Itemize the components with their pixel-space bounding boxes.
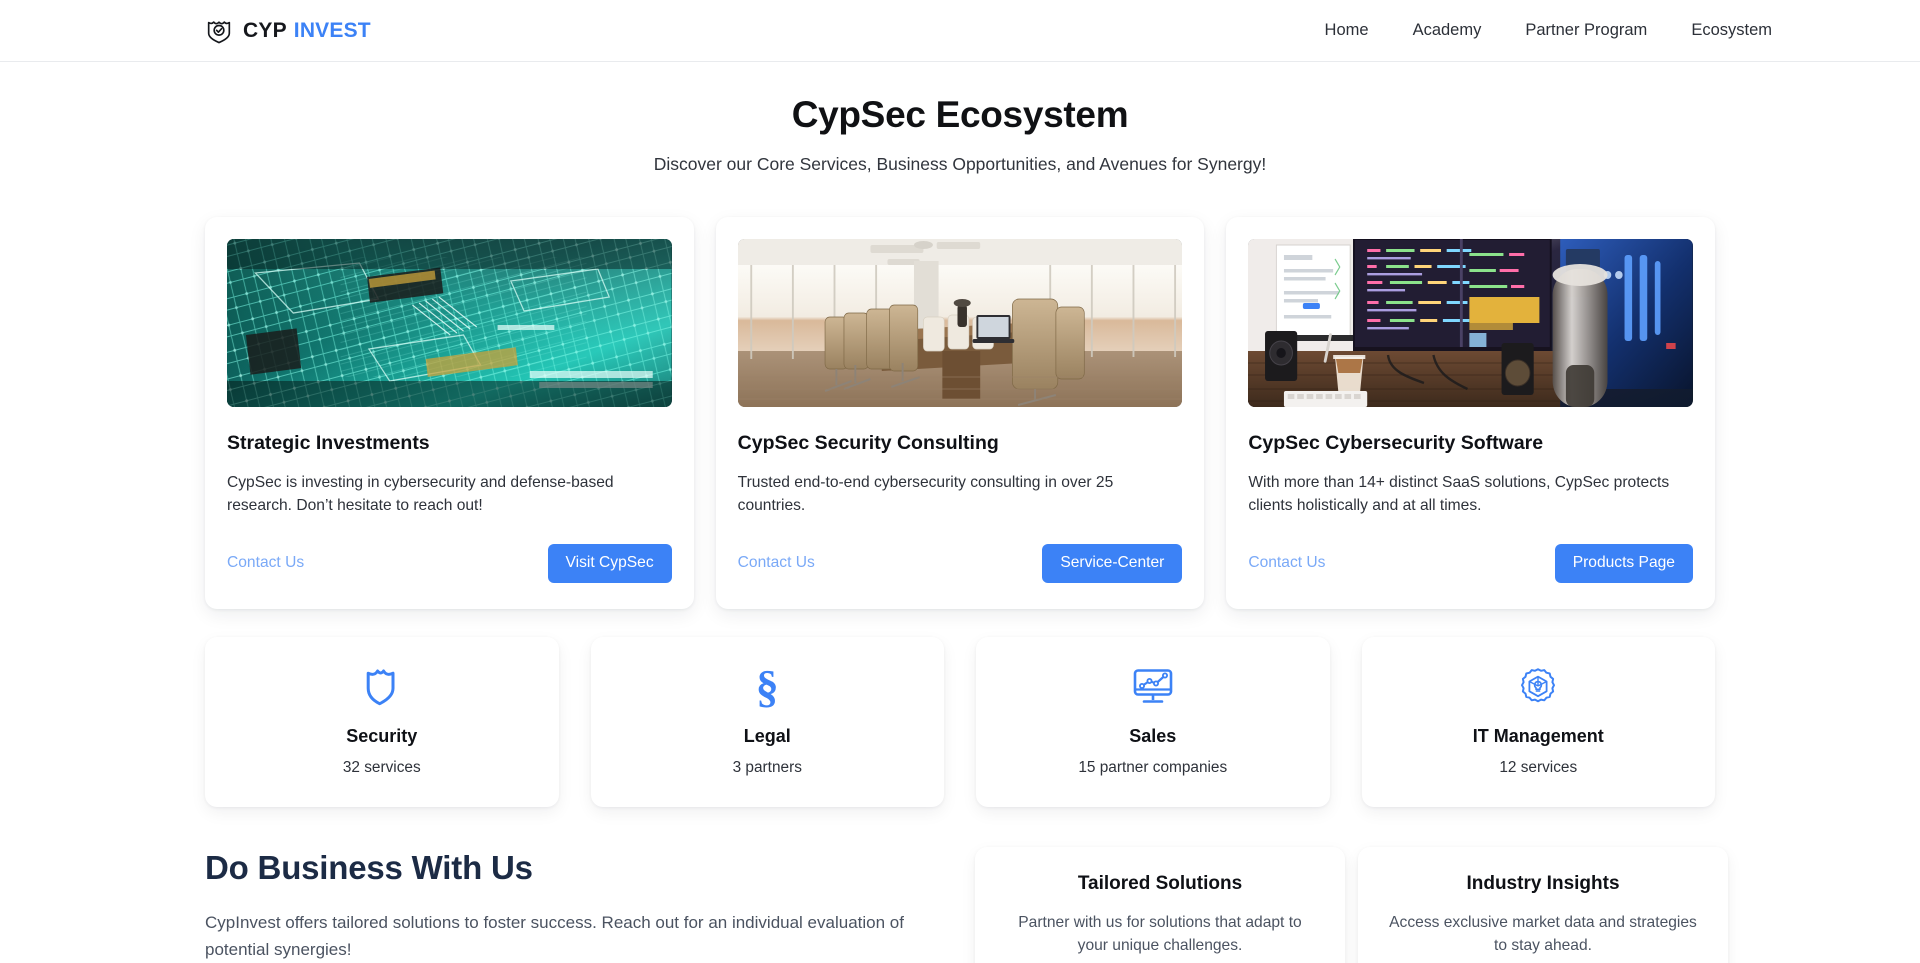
stat-card-security[interactable]: Security 32 services: [205, 636, 559, 807]
benefit-title: Industry Insights: [1466, 872, 1620, 894]
stat-card-it-management[interactable]: IT Management 12 services: [1361, 636, 1715, 807]
benefit-card-industry-insights: Industry Insights Access exclusive marke…: [1358, 846, 1728, 963]
contact-us-link[interactable]: Contact Us: [1248, 554, 1325, 572]
card-image-circuit-board: [227, 239, 672, 408]
service-card-cybersecurity-software: CypSec Cybersecurity Software With more …: [1226, 217, 1715, 609]
stat-label: Legal: [743, 725, 791, 746]
monitor-chart-icon: [992, 667, 1314, 707]
stat-card-sales[interactable]: Sales 15 partner companies: [976, 636, 1330, 807]
brand-primary: CYP: [243, 19, 287, 42]
products-page-button[interactable]: Products Page: [1554, 543, 1693, 583]
service-card-title: Strategic Investments: [227, 432, 430, 455]
brand-text: CYP INVEST: [243, 20, 371, 41]
business-title: Do Business With Us: [205, 848, 533, 886]
service-card-security-consulting: CypSec Security Consulting Trusted end-t…: [715, 217, 1205, 609]
service-card-actions: Contact Us Products Page: [1248, 518, 1693, 583]
page-title: CypSec Ecosystem: [791, 94, 1129, 135]
content-container: Strategic Investments CypSec is investin…: [205, 217, 1728, 963]
contact-us-link[interactable]: Contact Us: [738, 554, 815, 572]
brand-accent: INVEST: [293, 19, 371, 42]
stat-value: 12 services: [1499, 758, 1578, 776]
service-card-actions: Contact Us Service-Center: [738, 518, 1183, 583]
gear-cube-bulb-icon: [1378, 667, 1700, 707]
service-card-description: CypSec is investing in cybersecurity and…: [227, 473, 614, 515]
nav-item-academy[interactable]: Academy: [1413, 22, 1482, 39]
benefit-title: Tailored Solutions: [1077, 872, 1243, 894]
stat-value: 3 partners: [732, 758, 802, 776]
card-image-developer-desk: [1248, 239, 1693, 408]
stat-card-legal[interactable]: § Legal 3 partners: [590, 636, 944, 807]
nav-item-partner-program[interactable]: Partner Program: [1525, 22, 1647, 39]
business-description: CypInvest offers tailored solutions to f…: [205, 912, 904, 959]
card-image-boardroom: [737, 239, 1183, 408]
benefit-description: Access exclusive market data and strateg…: [1389, 913, 1697, 955]
contact-us-link[interactable]: Contact Us: [227, 554, 304, 572]
nav-item-ecosystem[interactable]: Ecosystem: [1691, 22, 1772, 39]
stat-value: 32 services: [342, 758, 421, 776]
stat-label: Sales: [1129, 725, 1177, 746]
service-center-button[interactable]: Service-Center: [1042, 543, 1183, 583]
business-section: Do Business With Us CypInvest offers tai…: [205, 846, 1728, 963]
service-card-description: Trusted end-to-end cybersecurity consult…: [737, 473, 1114, 515]
shield-check-icon: [205, 17, 233, 45]
main-navigation: Home Academy Partner Program Ecosystem: [1325, 22, 1772, 39]
hero-section: CypSec Ecosystem Discover our Core Servi…: [0, 92, 1920, 175]
nav-item-home[interactable]: Home: [1325, 22, 1369, 39]
site-header: CYP INVEST Home Academy Partner Program E…: [0, 0, 1920, 62]
shield-icon: [221, 667, 543, 707]
stats-grid: Security 32 services § Legal 3 partners: [205, 636, 1715, 807]
stat-label: IT Management: [1472, 725, 1604, 746]
stat-label: Security: [346, 725, 418, 746]
page-subtitle: Discover our Core Services, Business Opp…: [653, 154, 1267, 175]
visit-cypsec-button[interactable]: Visit CypSec: [547, 543, 672, 583]
service-card-description: With more than 14+ distinct SaaS solutio…: [1248, 473, 1670, 515]
section-sign-icon: §: [755, 660, 779, 712]
service-card-actions: Contact Us Visit CypSec: [227, 518, 672, 583]
benefit-card-tailored-solutions: Tailored Solutions Partner with us for s…: [975, 846, 1345, 963]
benefit-description: Partner with us for solutions that adapt…: [1018, 913, 1302, 955]
service-card-strategic-investments: Strategic Investments CypSec is investin…: [205, 217, 694, 609]
stat-value: 15 partner companies: [1078, 758, 1228, 776]
service-card-title: CypSec Security Consulting: [737, 432, 999, 455]
business-copy: Do Business With Us CypInvest offers tai…: [205, 847, 962, 963]
service-card-grid: Strategic Investments CypSec is investin…: [205, 217, 1715, 609]
page-content: CypSec Ecosystem Discover our Core Servi…: [0, 62, 1920, 963]
service-card-title: CypSec Cybersecurity Software: [1248, 432, 1544, 455]
brand-logo[interactable]: CYP INVEST: [205, 17, 371, 45]
